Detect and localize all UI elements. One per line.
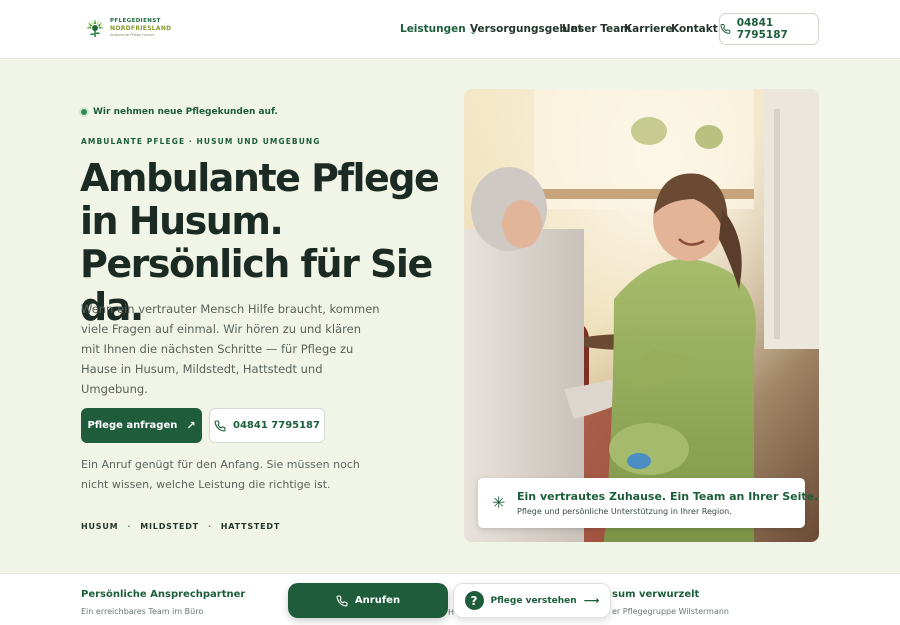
header-phone-number: 04841 7795187 bbox=[736, 17, 788, 41]
logo[interactable]: PFLEGEDIENST NORDFRIESLAND Ambulante Pfl… bbox=[84, 17, 171, 39]
header-phone-button[interactable]: 04841 7795187 bbox=[719, 13, 819, 45]
status-dot-icon bbox=[81, 109, 87, 115]
arrow-right-icon: ⟶ bbox=[583, 594, 600, 607]
call-button[interactable]: Anrufen bbox=[288, 583, 448, 618]
photo-card-title: Ein vertrautes Zuhause. Ein Team an Ihre… bbox=[517, 490, 819, 503]
hero-photo bbox=[464, 89, 819, 542]
hero-lead: Wenn ein vertrauter Mensch Hilfe braucht… bbox=[81, 302, 380, 396]
logo-text-line1: PFLEGEDIENST bbox=[110, 18, 161, 24]
separator-dot: · bbox=[127, 522, 132, 531]
separator-dot: · bbox=[207, 522, 212, 531]
logo-sun-icon bbox=[84, 17, 106, 39]
nav-item-leistungen[interactable]: Leistungen ⌄ bbox=[400, 23, 476, 36]
availability-badge: Wir nehmen neue Pflegekunden auf. bbox=[81, 107, 278, 117]
place-item: MILDSTEDT bbox=[140, 522, 199, 531]
features-strip: Persönliche Ansprechpartner Ein erreichb… bbox=[0, 573, 900, 625]
places-list: HUSUM · MILDSTEDT · HATTSTEDT bbox=[81, 522, 280, 531]
phone-icon bbox=[720, 24, 731, 34]
understand-care-button[interactable]: ? Pflege verstehen ⟶ bbox=[453, 583, 611, 618]
hero-eyebrow: AMBULANTE PFLEGE · HUSUM UND UMGEBUNG bbox=[81, 137, 321, 146]
place-item: HUSUM bbox=[81, 522, 119, 531]
hero-phone-button[interactable]: 04841 7795187 bbox=[209, 408, 325, 443]
arrow-up-right-icon: ↗ bbox=[186, 419, 196, 432]
photo-card-subtitle: Pflege und persönliche Unterstützung in … bbox=[517, 507, 732, 516]
hero-note: Ein Anruf genügt für den Anfang. Sie müs… bbox=[81, 458, 360, 491]
feature-item: sum verwurzelt er Pflegegruppe Wilsterma… bbox=[612, 589, 729, 616]
sparkle-icon: ✳ bbox=[492, 493, 506, 512]
nav-item-kontakt[interactable]: Kontakt bbox=[671, 23, 718, 35]
photo-caption-card: ✳ Ein vertrautes Zuhause. Ein Team an Ih… bbox=[478, 478, 818, 528]
question-icon: ? bbox=[464, 591, 484, 610]
feature-item: Persönliche Ansprechpartner Ein erreichb… bbox=[81, 589, 246, 616]
phone-icon bbox=[214, 419, 226, 431]
request-care-button[interactable]: Pflege anfragen ↗ bbox=[81, 408, 202, 443]
logo-text-line3: Ambulante Pflege Husum bbox=[110, 32, 155, 37]
site-header: PFLEGEDIENST NORDFRIESLAND Ambulante Pfl… bbox=[0, 0, 900, 59]
place-item: HATTSTEDT bbox=[220, 522, 281, 531]
nav-item-karriere[interactable]: Karriere bbox=[624, 23, 673, 35]
nav-item-unser-team[interactable]: Unser Team bbox=[562, 23, 631, 35]
phone-icon bbox=[336, 594, 348, 606]
logo-text-line2: NORDFRIESLAND bbox=[110, 24, 172, 32]
